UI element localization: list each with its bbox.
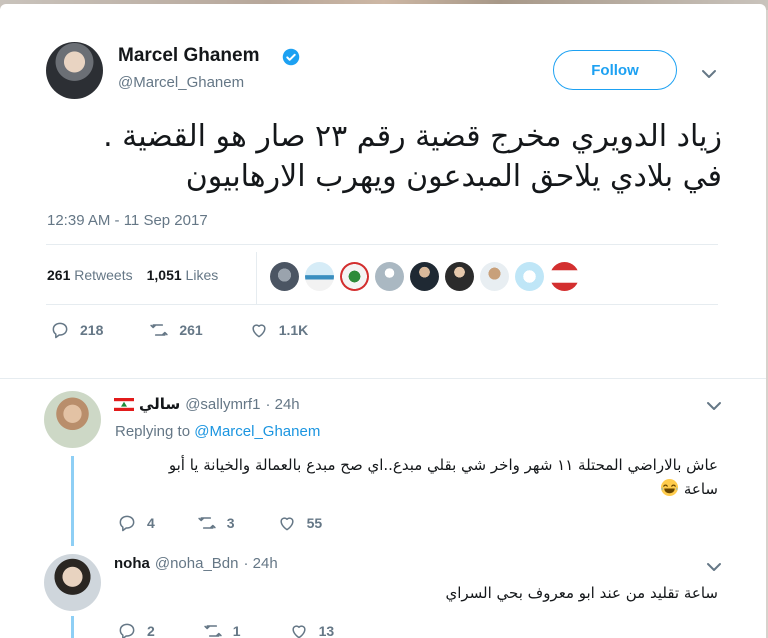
reply-time[interactable]: · 24h [243,555,277,572]
reply-author-handle[interactable]: @sallymrf1 [185,396,260,413]
liker-avatar[interactable] [550,262,579,291]
tweet-text: زياد الدويري مخرج قضية رقم ٢٣ صار هو الق… [46,117,722,197]
reply-text-line: ساعة تقليد من عند ابو معروف بحي السراي [445,584,718,602]
reply-count: 4 [147,515,155,531]
retweet-button[interactable]: 1 [203,621,241,638]
reply-icon [119,623,135,638]
heart-icon [280,517,294,531]
follow-button[interactable]: Follow [553,50,677,90]
reply-text-line: عاش بالاراضي المحتلة ١١ شهر واخر شي بقلي… [168,456,718,474]
heart-icon [292,625,306,638]
reply-text-word: ساعة [683,480,718,498]
like-button[interactable]: 1.1K [249,320,309,340]
liker-avatar[interactable] [480,262,509,291]
reply-text: عاش بالاراضي المحتلة ١١ شهر واخر شي بقلي… [112,453,718,501]
retweet-icon [150,324,169,336]
liker-avatar[interactable] [270,262,299,291]
reply-count: 218 [80,322,104,338]
tweet-actions: 218 261 1.1K [50,320,308,340]
reply-icon [52,322,68,339]
liker-avatar[interactable] [375,262,404,291]
likes-stat[interactable]: 1,051 Likes [147,267,219,283]
reply-icon [119,515,135,532]
like-count: 13 [318,623,335,638]
tweet-stats: 261 Retweets 1,051 Likes [47,267,218,283]
author-name[interactable]: Marcel Ghanem [118,45,260,67]
likes-label: Likes [185,267,219,283]
retweets-count: 261 [47,267,71,283]
avatar[interactable] [44,391,101,448]
thread-line [71,456,74,546]
retweet-button[interactable]: 3 [197,513,235,533]
like-button[interactable]: 13 [289,621,335,638]
retweets-label: Retweets [74,267,133,283]
reply-text-line-2: ساعة [112,477,718,501]
replying-label: Replying to [115,423,191,440]
verified-badge-icon [282,48,300,66]
like-count: 55 [306,515,323,531]
chevron-down-icon[interactable] [701,69,717,79]
reply-time[interactable]: · 24h [265,396,299,413]
reply-text: ساعة تقليد من عند ابو معروف بحي السراي [112,581,718,605]
tweet-text-line: في بلادي يلاحق المبدعون ويهرب الارهابيون [185,159,722,194]
heart-icon [252,324,266,338]
retweet-count: 261 [179,322,203,338]
divider [0,378,766,379]
reply-header: سالي @sallymrf1 · 24h [114,395,300,413]
mention-link[interactable]: @Marcel_Ghanem [194,423,320,440]
author-handle[interactable]: @Marcel_Ghanem [118,74,244,91]
like-button[interactable]: 55 [277,513,323,533]
retweet-icon [204,625,222,637]
chevron-down-icon[interactable] [706,401,722,411]
reply-actions: 2 1 13 [117,621,334,638]
reply-button[interactable]: 218 [50,320,103,340]
liker-avatar[interactable] [410,262,439,291]
liker-avatar[interactable] [445,262,474,291]
divider [46,304,718,305]
likes-count: 1,051 [146,267,182,283]
divider [46,244,718,245]
tweet-timestamp[interactable]: 12:39 AM - 11 Sep 2017 [47,212,208,229]
retweet-icon [198,517,216,529]
avatar[interactable] [46,42,103,99]
reply-actions: 4 3 55 [117,513,322,533]
avatar[interactable] [44,554,101,611]
reply-count: 2 [147,623,155,638]
retweet-count: 1 [232,623,241,638]
lebanon-flag-icon [114,397,134,411]
liker-avatar[interactable] [515,262,544,291]
tweet-text-line: زياد الدويري مخرج قضية رقم ٢٣ صار هو الق… [103,119,722,154]
liker-avatar[interactable] [305,262,334,291]
reply-author-handle[interactable]: @noha_Bdn [155,555,239,572]
laughing-emoji-icon [661,478,679,497]
retweets-stat[interactable]: 261 Retweets [47,267,133,283]
reply-button[interactable]: 2 [117,621,155,638]
likers-avatars [270,262,579,291]
divider [256,252,257,304]
reply-author-name[interactable]: noha [114,555,150,572]
replying-to: Replying to @Marcel_Ghanem [115,423,320,440]
liker-avatar[interactable] [340,262,369,291]
like-count: 1.1K [278,322,309,338]
retweet-button[interactable]: 261 [149,320,203,340]
thread-line [71,616,74,638]
reply-button[interactable]: 4 [117,513,155,533]
reply-author-name[interactable]: سالي [139,395,180,413]
retweet-count: 3 [226,515,235,531]
tweet-card: Marcel Ghanem @Marcel_Ghanem Follow زياد… [0,4,766,638]
chevron-down-icon[interactable] [706,562,722,572]
reply-header: noha @noha_Bdn · 24h [114,555,278,572]
